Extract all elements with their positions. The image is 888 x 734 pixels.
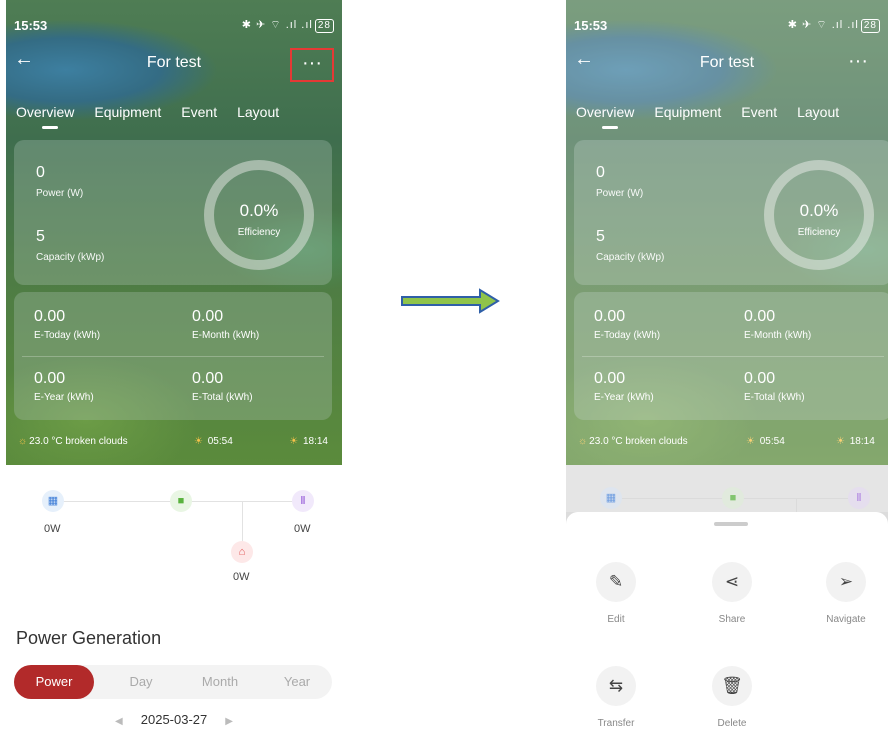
weather-text: 23.0 °C broken clouds	[29, 436, 128, 447]
drag-handle[interactable]	[714, 522, 748, 526]
weather-sun-icon: ☼	[18, 436, 28, 447]
sunrise-icon: ☀	[194, 436, 203, 447]
share-icon: ⋖	[712, 562, 752, 602]
tab-equipment[interactable]: Equipment	[94, 104, 161, 120]
delete-action[interactable]: 🗑 Delete	[692, 666, 772, 729]
capacity-stat: 5 Capacity (kWp)	[36, 228, 104, 263]
home-power: 0W	[233, 571, 250, 583]
efficiency-value: 0.0%	[239, 201, 279, 220]
grid-power: 0W	[294, 523, 311, 535]
e-year-value: 0.00	[34, 370, 66, 387]
e-year-label: E-Year (kWh)	[34, 392, 94, 403]
sunset-time: 18:14	[302, 436, 328, 447]
date-navigator: ◀ 2025-03-27 ▶	[6, 712, 342, 727]
battery-icon: 28	[314, 19, 334, 33]
solar-panel-icon: ▦	[42, 490, 64, 512]
phone-screen-before: 15:53 ✱ ✈ ⌔ .ıl .ıl 28 ← For test ··· Ove…	[6, 0, 342, 734]
current-date: 2025-03-27	[140, 712, 208, 727]
tab-layout[interactable]: Layout	[237, 104, 279, 120]
grid-tower-icon: Ⅱ	[292, 490, 314, 512]
sunset-icon: ☀	[289, 436, 299, 447]
segment-year[interactable]: Year	[264, 665, 330, 699]
inverter-icon: ■	[170, 490, 192, 512]
segment-month[interactable]: Month	[180, 665, 260, 699]
more-options-button[interactable]: ···	[290, 48, 334, 82]
overview-card: 0 Power (W) 5 Capacity (kWp) 0.0% Effici…	[14, 140, 332, 285]
prev-date-arrow-icon[interactable]: ◀	[115, 716, 123, 727]
capacity-label: Capacity (kWp)	[36, 252, 105, 263]
e-total-label: E-Total (kWh)	[192, 392, 253, 403]
e-month-label: E-Month (kWh)	[192, 330, 260, 341]
navigate-icon: ➢	[826, 562, 866, 602]
pv-power: 0W	[44, 523, 61, 535]
power-value: 0	[36, 164, 45, 181]
sunset-info: ☀ 18:14	[289, 436, 328, 447]
efficiency-label: Efficiency	[237, 227, 281, 238]
transition-arrow-icon	[401, 288, 500, 314]
tab-overview[interactable]: Overview	[16, 104, 74, 129]
modal-overlay	[566, 0, 888, 512]
power-label: Power (W)	[36, 188, 84, 199]
signal-icons: ✱ ✈ ⌔ .ıl .ıl	[241, 19, 313, 31]
e-today-value: 0.00	[34, 308, 66, 325]
capacity-value: 5	[36, 228, 45, 245]
navigate-label: Navigate	[826, 614, 866, 625]
transfer-action[interactable]: ⇆ Transfer	[576, 666, 656, 729]
power-generation-title: Power Generation	[16, 628, 162, 648]
delete-label: Delete	[717, 718, 747, 729]
status-time: 15:53	[14, 18, 48, 33]
edit-label: Edit	[607, 614, 625, 625]
edit-icon: ✎	[596, 562, 636, 602]
e-total: 0.00 E-Total (kWh)	[192, 370, 253, 403]
transfer-icon: ⇆	[596, 666, 636, 706]
share-label: Share	[718, 614, 746, 625]
sunrise-time: 05:54	[207, 436, 233, 447]
e-month-value: 0.00	[192, 308, 224, 325]
sunrise-info: ☀ 05:54	[194, 436, 233, 447]
energy-card: 0.00 E-Today (kWh) 0.00 E-Month (kWh) 0.…	[14, 292, 332, 420]
status-icons: ✱ ✈ ⌔ .ıl .ıl 28	[242, 18, 334, 33]
next-date-arrow-icon[interactable]: ▶	[225, 716, 233, 727]
delete-icon: 🗑	[712, 666, 752, 706]
home-icon: ⌂	[231, 541, 253, 563]
tab-event[interactable]: Event	[181, 104, 217, 120]
top-bar: ← For test ···	[6, 44, 342, 82]
period-selector: Power Day Month Year	[14, 665, 332, 699]
e-today-label: E-Today (kWh)	[34, 330, 101, 341]
action-sheet: ✎ Edit ⋖ Share ➢ Navigate ⇆ Transfer 🗑 D…	[566, 512, 888, 734]
transfer-label: Transfer	[597, 718, 635, 729]
energy-flow-diagram: ▦ ■ Ⅱ ⌂ 0W 0W 0W	[6, 465, 342, 610]
edit-action[interactable]: ✎ Edit	[576, 562, 656, 625]
power-stat: 0 Power (W)	[36, 164, 83, 199]
e-today: 0.00 E-Today (kWh)	[34, 308, 100, 341]
segment-power[interactable]: Power	[14, 665, 94, 699]
efficiency-gauge: 0.0% Efficiency	[204, 160, 314, 270]
e-year: 0.00 E-Year (kWh)	[34, 370, 94, 403]
share-action[interactable]: ⋖ Share	[692, 562, 772, 625]
tab-bar: Overview Equipment Event Layout	[16, 104, 279, 129]
segment-day[interactable]: Day	[106, 665, 176, 699]
phone-screen-after: 15:53 ✱ ✈ ⌔ .ıl .ıl 28 ← For test ··· Ove…	[566, 0, 888, 734]
e-total-value: 0.00	[192, 370, 224, 387]
status-bar: 15:53 ✱ ✈ ⌔ .ıl .ıl 28	[6, 0, 342, 44]
divider	[22, 356, 324, 357]
e-month: 0.00 E-Month (kWh)	[192, 308, 259, 341]
weather-info: ☼ 23.0 °C broken clouds	[18, 436, 128, 447]
navigate-action[interactable]: ➢ Navigate	[806, 562, 886, 625]
